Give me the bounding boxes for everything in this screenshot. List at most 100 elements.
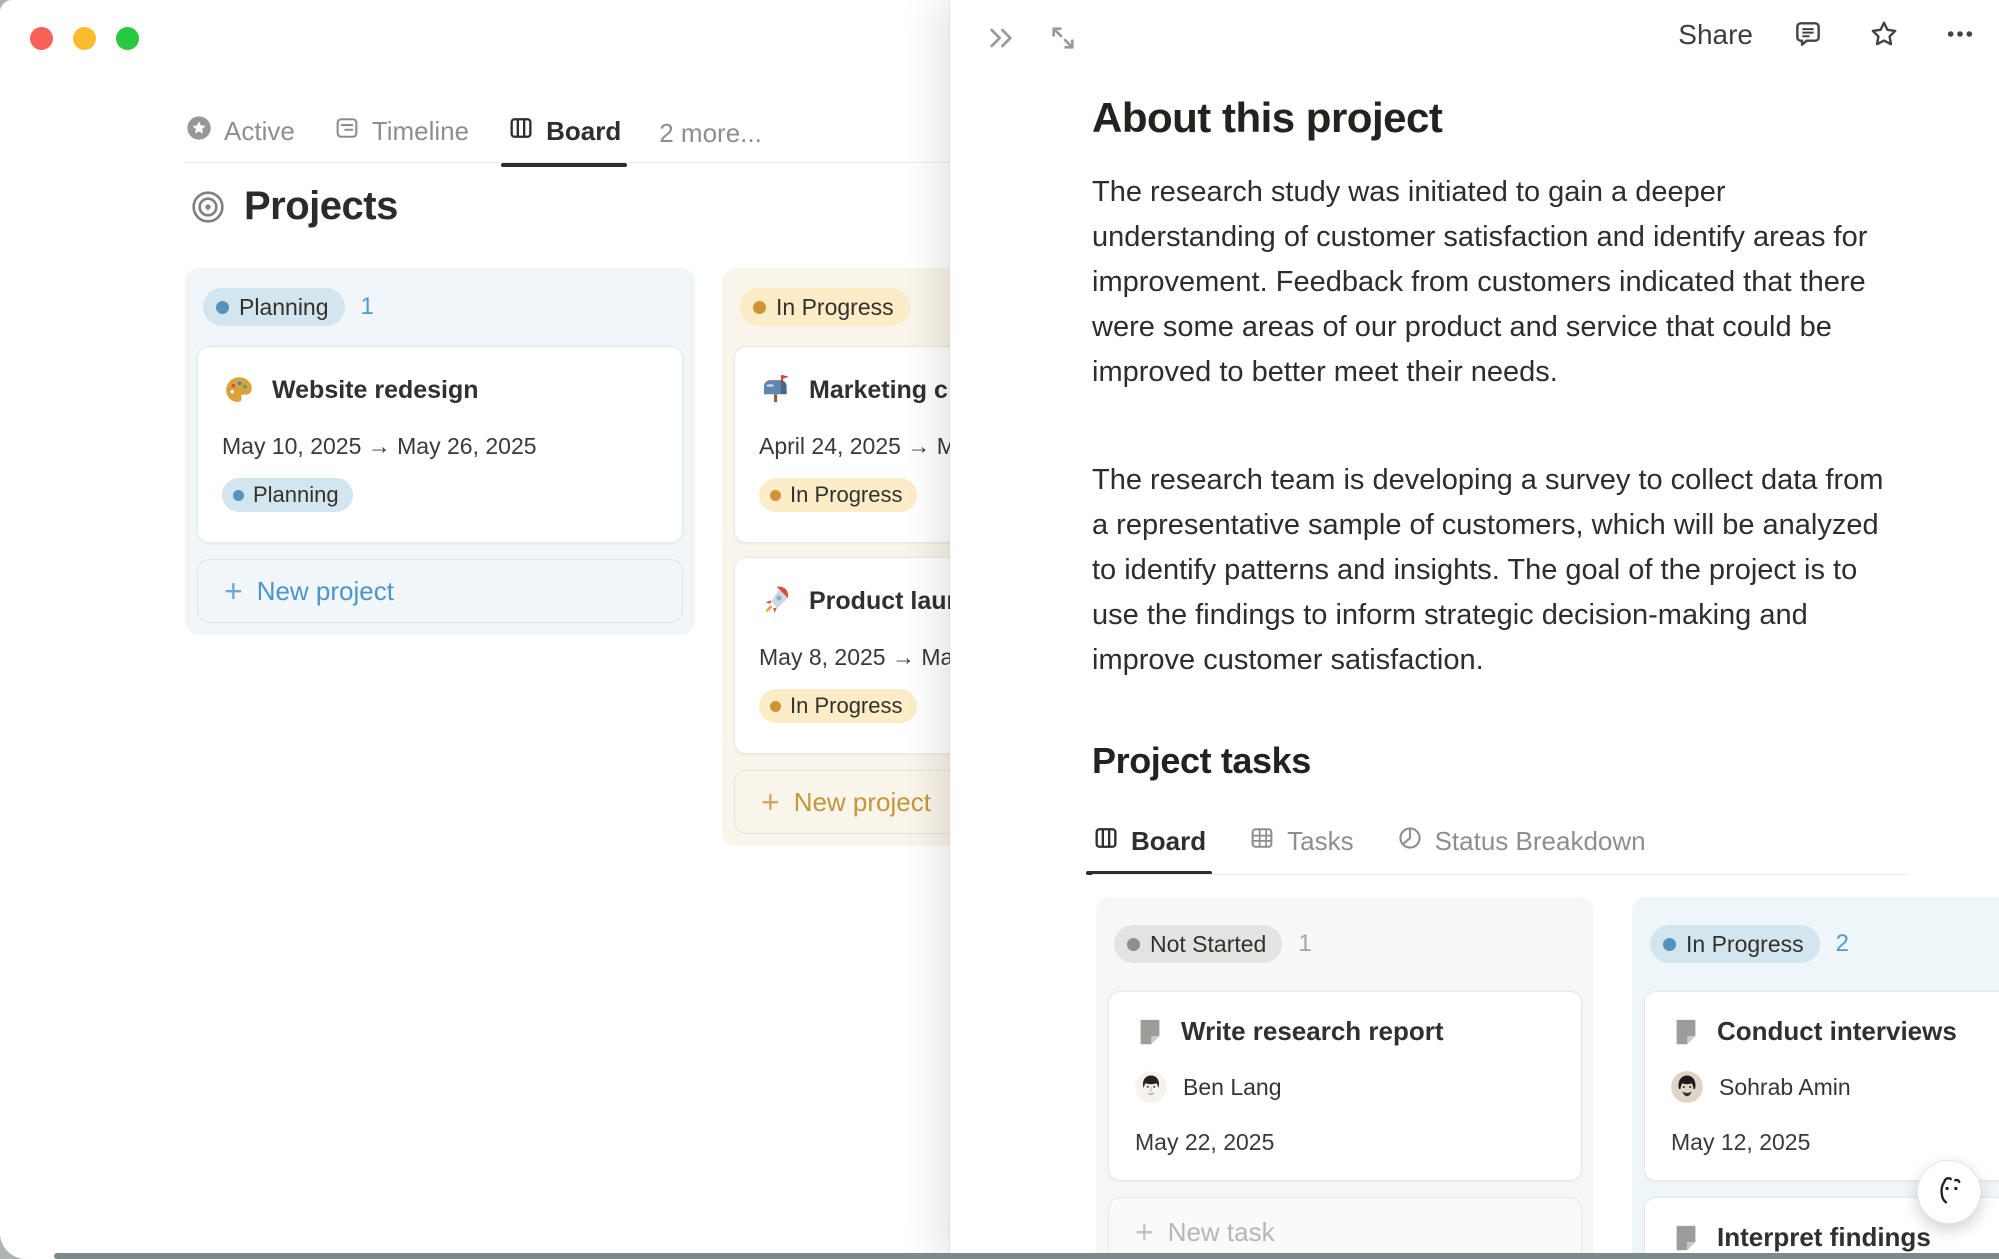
status-dot xyxy=(770,490,781,501)
new-task-label: New task xyxy=(1168,1217,1275,1248)
status-label: In Progress xyxy=(776,294,894,321)
about-paragraph-2[interactable]: The research team is developing a survey… xyxy=(1092,458,1884,683)
bullseye-icon xyxy=(188,187,228,227)
task-column-not-started: Not Started 1 Write research report Ben … xyxy=(1096,897,1594,1259)
page-icon xyxy=(1671,1223,1701,1253)
about-heading[interactable]: About this project xyxy=(1092,94,1442,142)
status-pill-not-started[interactable]: Not Started xyxy=(1114,925,1282,963)
plus-icon: + xyxy=(761,786,780,818)
assignee-name: Sohrab Amin xyxy=(1719,1074,1851,1101)
status-dot xyxy=(770,701,781,712)
status-label: Not Started xyxy=(1150,931,1266,958)
task-title: Write research report xyxy=(1181,1016,1444,1047)
tasks-tab-status-breakdown[interactable]: Status Breakdown xyxy=(1396,824,1646,873)
card-status-tag: In Progress xyxy=(759,689,917,723)
column-header: Planning 1 xyxy=(197,280,683,346)
table-icon xyxy=(1248,824,1276,859)
minimize-button[interactable] xyxy=(73,27,96,50)
task-due-date: May 12, 2025 xyxy=(1671,1129,1999,1156)
board-column-planning: Planning 1 Website redesign May 10, 2025… xyxy=(185,268,695,635)
side-peek-panel: Share About this project The research st… xyxy=(950,0,1999,1259)
tasks-tab-board[interactable]: Board xyxy=(1092,824,1206,873)
status-dot xyxy=(753,301,766,314)
comments-button[interactable] xyxy=(1787,14,1829,56)
status-pill-planning[interactable]: Planning xyxy=(203,288,345,326)
tag-label: Planning xyxy=(253,482,339,508)
task-card-write-research-report[interactable]: Write research report Ben Lang May 22, 2… xyxy=(1108,991,1582,1181)
tasks-tab-tasks[interactable]: Tasks xyxy=(1248,824,1353,873)
mailbox-icon xyxy=(759,373,793,407)
expand-diagonal-icon xyxy=(1047,22,1079,57)
board-icon xyxy=(1092,824,1120,859)
new-project-label: New project xyxy=(257,576,394,607)
card-date-range: May 10, 2025 → May 26, 2025 xyxy=(222,433,658,460)
rocket-icon xyxy=(759,584,793,618)
share-button[interactable]: Share xyxy=(1678,19,1753,51)
palette-icon xyxy=(222,373,256,407)
open-full-page-button[interactable] xyxy=(1042,18,1084,60)
assignee-name: Ben Lang xyxy=(1183,1074,1281,1101)
zoom-button[interactable] xyxy=(116,27,139,50)
column-count: 1 xyxy=(361,293,374,321)
new-task-button[interactable]: + New task xyxy=(1108,1197,1582,1259)
view-tab-more[interactable]: 2 more... xyxy=(659,118,762,165)
comment-bubble-icon xyxy=(1792,18,1824,53)
column-count: 2 xyxy=(1836,930,1849,958)
tag-label: In Progress xyxy=(790,482,903,508)
view-tab-timeline[interactable]: Timeline xyxy=(333,114,469,165)
collapse-panel-button[interactable] xyxy=(980,18,1022,60)
task-due-date: May 22, 2025 xyxy=(1135,1129,1555,1156)
notion-ai-button[interactable] xyxy=(1917,1160,1981,1224)
double-chevron-right-icon xyxy=(985,22,1017,57)
view-tabs: Active Timeline Board 2 more... xyxy=(185,114,762,165)
page-icon xyxy=(1135,1017,1165,1047)
status-dot xyxy=(1663,938,1676,951)
tag-label: In Progress xyxy=(790,693,903,719)
timeline-icon xyxy=(333,114,361,149)
pie-chart-icon xyxy=(1396,824,1424,859)
view-tab-label: Board xyxy=(546,116,621,147)
tasks-tab-label: Status Breakdown xyxy=(1435,826,1646,857)
task-title: Interpret findings xyxy=(1717,1222,1931,1253)
column-count: 1 xyxy=(1298,930,1311,958)
traffic-lights xyxy=(30,27,139,50)
column-header: Not Started 1 xyxy=(1108,909,1582,991)
project-tasks-heading[interactable]: Project tasks xyxy=(1092,740,1311,782)
new-project-button[interactable]: + New project xyxy=(197,559,683,623)
status-dot xyxy=(216,301,229,314)
more-options-button[interactable] xyxy=(1939,14,1981,56)
card-title: Marketing c xyxy=(809,376,948,405)
tasks-tabs-divider xyxy=(1092,874,1908,875)
card-title: Website redesign xyxy=(272,376,479,405)
close-button[interactable] xyxy=(30,27,53,50)
status-pill-in-progress[interactable]: In Progress xyxy=(1650,925,1820,963)
new-project-label: New project xyxy=(794,787,931,818)
view-tab-active[interactable]: Active xyxy=(185,114,295,165)
card-status-tag: In Progress xyxy=(759,478,917,512)
view-tab-label: Timeline xyxy=(372,116,469,147)
card-title: Product laun xyxy=(809,587,962,616)
view-tab-label: 2 more... xyxy=(659,118,762,149)
view-tab-board[interactable]: Board xyxy=(507,114,621,165)
plus-icon: + xyxy=(1135,1216,1154,1248)
panel-toolbar-right: Share xyxy=(1678,14,1981,56)
panel-toolbar-left xyxy=(980,18,1084,60)
project-card-website-redesign[interactable]: Website redesign May 10, 2025 → May 26, … xyxy=(197,346,683,543)
about-paragraph-1[interactable]: The research study was initiated to gain… xyxy=(1092,170,1884,395)
status-dot xyxy=(233,490,244,501)
status-label: In Progress xyxy=(1686,931,1804,958)
ellipsis-icon xyxy=(1944,18,1976,53)
page-icon xyxy=(1671,1017,1701,1047)
notion-window: Active Timeline Board 2 more... Projects… xyxy=(0,0,1999,1259)
notion-ai-face-icon xyxy=(1927,1169,1971,1216)
view-tab-label: Active xyxy=(224,116,295,147)
task-card-conduct-interviews[interactable]: Conduct interviews Sohrab Amin May 12, 2… xyxy=(1644,991,1999,1181)
tasks-view-tabs: Board Tasks Status Breakdown xyxy=(1092,824,1646,873)
star-icon xyxy=(1868,18,1900,53)
tasks-tab-label: Board xyxy=(1131,826,1206,857)
status-dot xyxy=(1127,938,1140,951)
column-header: In Progress 2 xyxy=(1644,909,1999,991)
page-title[interactable]: Projects xyxy=(244,184,398,229)
favorite-button[interactable] xyxy=(1863,14,1905,56)
status-pill-in-progress[interactable]: In Progress xyxy=(740,288,910,326)
